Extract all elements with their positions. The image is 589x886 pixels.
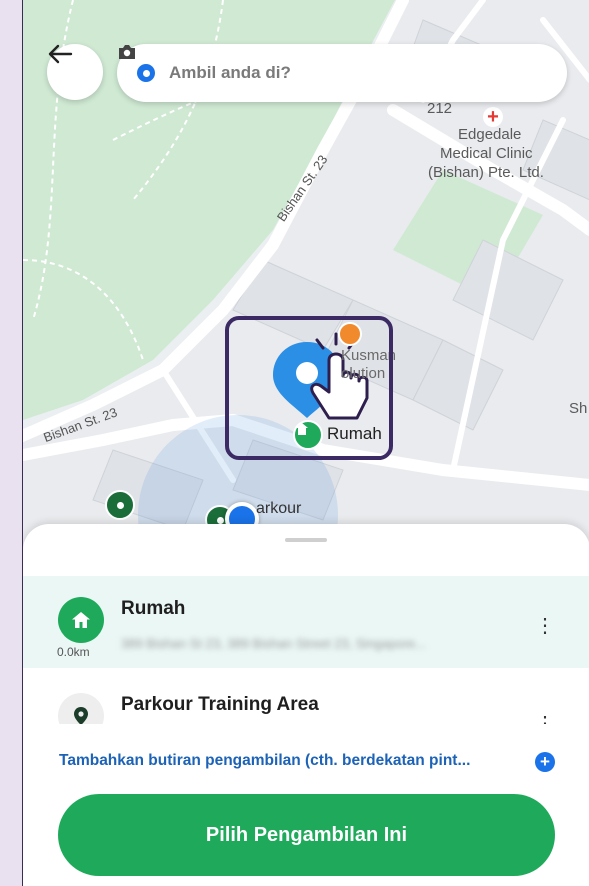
map-view[interactable]: + 212 Edgedale Medical Clinic (Bishan) P…: [23, 0, 589, 600]
home-pin-icon[interactable]: [293, 420, 323, 450]
search-input[interactable]: Ambil anda di?: [169, 63, 547, 83]
poi-sh-label: Sh: [569, 400, 588, 417]
place-name: Parkour Training Area: [121, 694, 319, 715]
clinic-icon[interactable]: +: [483, 107, 503, 127]
home-icon: [58, 597, 104, 643]
block-number: 212: [427, 100, 453, 117]
home-map-label: Rumah: [327, 424, 382, 443]
clinic-label-line2: Medical Clinic: [440, 145, 533, 162]
pickup-search-bar[interactable]: Ambil anda di?: [117, 44, 567, 102]
place-distance: 0.0km: [57, 645, 90, 659]
arrow-left-icon: [48, 44, 73, 64]
back-button[interactable]: [47, 44, 103, 100]
place-address: 389 Bishan St 23, 389 Bishan Street 23, …: [121, 636, 426, 651]
phone-screen: + 212 Edgedale Medical Clinic (Bishan) P…: [22, 0, 589, 886]
pickup-dot-icon: [137, 64, 155, 82]
clinic-label-line3: (Bishan) Pte. Ltd.: [428, 164, 544, 181]
place-row-home[interactable]: 0.0km Rumah 389 Bishan St 23, 389 Bishan…: [23, 576, 589, 668]
clinic-label-line1: Edgedale: [458, 126, 522, 143]
pickup-bottom-sheet: 0.0km Rumah 389 Bishan St 23, 389 Bishan…: [23, 524, 589, 886]
sheet-drag-handle[interactable]: [285, 538, 327, 542]
more-options-icon[interactable]: ⋮: [535, 614, 555, 638]
saved-place-pin-icon[interactable]: [105, 490, 135, 520]
add-pickup-details-link[interactable]: Tambahkan butiran pengambilan (cth. berd…: [59, 752, 470, 770]
parkour-map-label: arkour: [256, 500, 302, 517]
place-name: Rumah: [121, 598, 186, 619]
add-pickup-details-row[interactable]: Tambahkan butiran pengambilan (cth. berd…: [23, 724, 589, 798]
choose-pickup-label: Pilih Pengambilan Ini: [205, 823, 408, 846]
choose-pickup-button[interactable]: Pilih Pengambilan Ini: [58, 794, 555, 876]
plus-icon[interactable]: +: [535, 752, 555, 772]
